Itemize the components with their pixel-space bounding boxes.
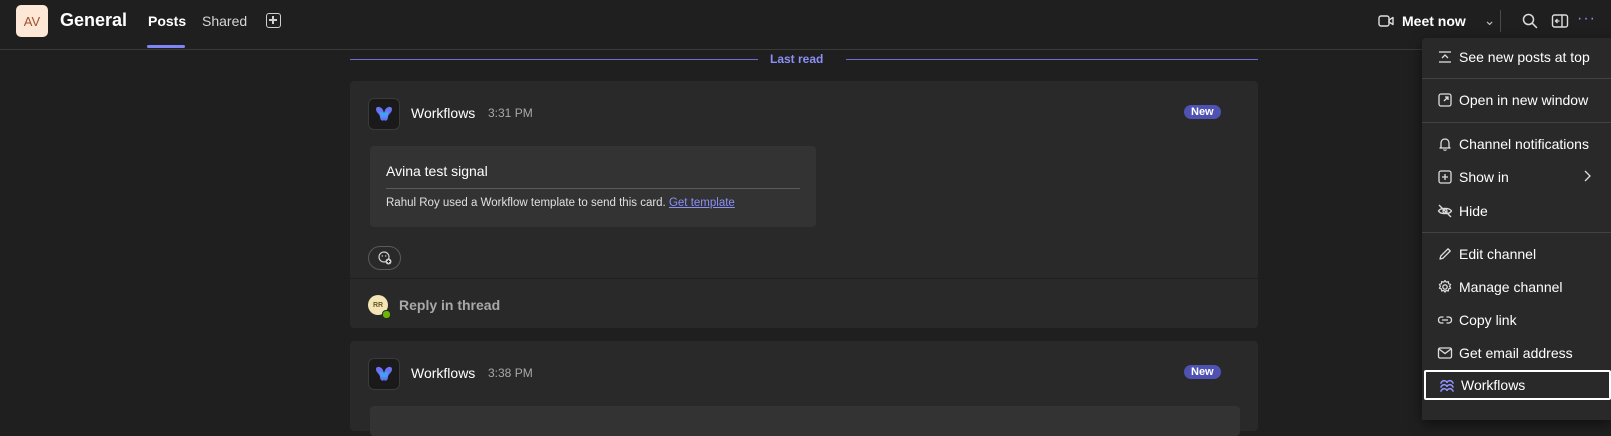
adaptive-card: Avina test signal Rahul Roy used a Workf… <box>370 146 816 227</box>
side-panel-icon[interactable] <box>1551 12 1569 30</box>
new-badge: New <box>1184 105 1221 119</box>
post: Workflows 3:38 PM New <box>350 341 1258 436</box>
last-read-line-right <box>846 59 1258 60</box>
channel-title: General <box>60 10 128 30</box>
add-reaction-button[interactable] <box>368 246 401 270</box>
pencil-icon <box>1439 248 1451 260</box>
reply-in-thread-button[interactable]: Reply in thread <box>399 297 500 313</box>
post-timestamp: 3:38 PM <box>488 366 533 380</box>
emoji-add-icon <box>378 251 392 265</box>
meet-now-label: Meet now <box>1402 12 1466 29</box>
post-sender[interactable]: Workflows <box>411 365 475 381</box>
menu-item-see-new-posts-at-top[interactable]: See new posts at top <box>1422 42 1611 72</box>
card-divider <box>386 188 800 189</box>
menu-item-label: Hide <box>1459 203 1488 219</box>
channel-header: AV General Posts Shared Meet now ⌄ ··· <box>0 0 1611 50</box>
menu-separator <box>1422 122 1611 123</box>
adaptive-card <box>370 406 1240 436</box>
menu-item-label: Show in <box>1459 169 1509 185</box>
tab-shared[interactable]: Shared <box>202 13 247 29</box>
menu-item-label: See new posts at top <box>1459 49 1590 65</box>
menu-item-label: Manage channel <box>1459 279 1563 295</box>
workflows-logo-icon <box>376 366 392 381</box>
posts-top-icon <box>1439 51 1451 63</box>
post: Workflows 3:31 PM New Avina test signal … <box>350 81 1258 328</box>
menu-item-label: Channel notifications <box>1459 136 1589 152</box>
workflows-app-icon[interactable] <box>368 98 400 130</box>
add-tab-icon[interactable] <box>266 13 281 28</box>
get-template-link[interactable]: Get template <box>669 197 735 209</box>
menu-item-edit-channel[interactable]: Edit channel <box>1422 239 1611 269</box>
menu-item-open-in-new-window[interactable]: Open in new window <box>1422 85 1611 115</box>
menu-item-label: Edit channel <box>1459 246 1537 262</box>
gear-icon <box>1438 279 1452 293</box>
tab-posts[interactable]: Posts <box>148 13 186 29</box>
new-badge: New <box>1184 365 1221 379</box>
card-title: Avina test signal <box>386 163 488 179</box>
menu-item-workflows[interactable]: Workflows <box>1424 370 1611 400</box>
bell-icon <box>1439 138 1451 151</box>
meet-now-button[interactable]: Meet now ⌄ <box>1378 12 1496 29</box>
post-divider <box>350 278 1258 279</box>
menu-item-copy-link[interactable]: Copy link <box>1422 305 1611 335</box>
menu-item-get-email-address[interactable]: Get email address <box>1422 338 1611 368</box>
header-separator <box>1500 10 1501 32</box>
card-description-text: Rahul Roy used a Workflow template to se… <box>386 197 666 209</box>
menu-separator <box>1422 232 1611 233</box>
channel-options-menu: See new posts at top Open in new window … <box>1422 38 1611 420</box>
menu-item-label: Open in new window <box>1459 92 1589 108</box>
menu-item-hide[interactable]: Hide <box>1422 196 1611 226</box>
menu-item-label: Copy link <box>1459 312 1517 328</box>
menu-item-channel-notifications[interactable]: Channel notifications <box>1422 129 1611 159</box>
menu-item-label: Get email address <box>1459 345 1573 361</box>
chevron-down-icon[interactable]: ⌄ <box>1484 12 1496 29</box>
last-read-line-left <box>350 59 758 60</box>
last-read-label: Last read <box>770 52 824 66</box>
show-in-icon <box>1438 170 1452 184</box>
post-timestamp: 3:31 PM <box>488 106 533 120</box>
chevron-right-icon <box>1584 170 1591 182</box>
workflows-app-icon[interactable] <box>368 358 400 390</box>
active-tab-indicator <box>147 45 185 48</box>
team-avatar[interactable]: AV <box>16 5 48 37</box>
menu-item-label: Workflows <box>1461 377 1526 393</box>
menu-item-show-in[interactable]: Show in <box>1422 162 1611 192</box>
more-options-icon[interactable]: ··· <box>1577 10 1596 28</box>
menu-separator <box>1422 78 1611 79</box>
search-icon[interactable] <box>1521 12 1539 30</box>
card-description: Rahul Roy used a Workflow template to se… <box>386 197 735 209</box>
eye-off-icon <box>1437 204 1453 218</box>
link-icon <box>1437 316 1453 324</box>
video-camera-icon <box>1378 14 1394 27</box>
mail-icon <box>1437 347 1453 359</box>
menu-item-manage-channel[interactable]: Manage channel <box>1422 272 1611 302</box>
post-sender[interactable]: Workflows <box>411 105 475 121</box>
workflows-logo-icon <box>376 106 392 121</box>
open-window-icon <box>1438 93 1452 107</box>
workflows-icon <box>1440 379 1454 392</box>
presence-status-dot <box>382 310 391 319</box>
